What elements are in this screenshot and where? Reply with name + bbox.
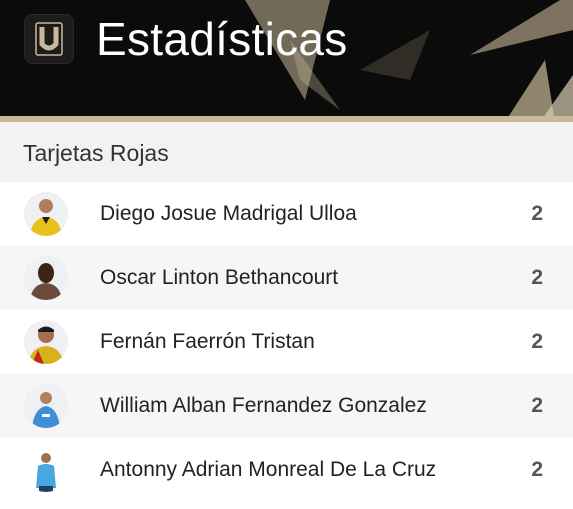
red-card-count: 2 <box>531 330 543 353</box>
team-logo[interactable] <box>24 14 74 64</box>
team-logo-icon <box>35 22 63 56</box>
page-title: Estadísticas <box>96 13 348 65</box>
player-photo-icon <box>24 256 68 300</box>
player-name: Fernán Faerrón Tristan <box>100 330 315 353</box>
red-card-count: 2 <box>531 266 543 289</box>
list-item[interactable]: Antonny Adrian Monreal De La Cruz 2 <box>0 438 573 502</box>
player-photo-icon <box>24 448 68 492</box>
player-name: Oscar Linton Bethancourt <box>100 266 339 289</box>
player-name: Diego Josue Madrigal Ulloa <box>100 202 357 225</box>
red-card-count: 2 <box>531 394 543 417</box>
list-item[interactable]: Fernán Faerrón Tristan 2 <box>0 310 573 374</box>
red-card-count: 2 <box>531 458 543 481</box>
player-avatar <box>24 320 68 364</box>
section-title: Tarjetas Rojas <box>23 140 169 166</box>
red-card-count: 2 <box>531 202 543 225</box>
stats-screen: Estadísticas Tarjetas Rojas Diego Josue … <box>0 0 573 509</box>
app-header: Estadísticas <box>0 0 573 122</box>
list-item[interactable]: William Alban Fernandez Gonzalez 2 <box>0 374 573 438</box>
player-avatar <box>24 448 68 492</box>
player-photo-icon <box>24 320 68 364</box>
player-name: William Alban Fernandez Gonzalez <box>100 394 427 417</box>
section-header: Tarjetas Rojas <box>0 122 573 182</box>
player-photo-icon <box>24 192 68 236</box>
player-photo-icon <box>24 384 68 428</box>
player-list: Diego Josue Madrigal Ulloa 2 Oscar Linto… <box>0 182 573 502</box>
player-avatar <box>24 192 68 236</box>
player-avatar <box>24 384 68 428</box>
player-name: Antonny Adrian Monreal De La Cruz <box>100 458 437 481</box>
list-item[interactable]: Diego Josue Madrigal Ulloa 2 <box>0 182 573 246</box>
player-avatar <box>24 256 68 300</box>
list-item[interactable]: Oscar Linton Bethancourt 2 <box>0 246 573 310</box>
